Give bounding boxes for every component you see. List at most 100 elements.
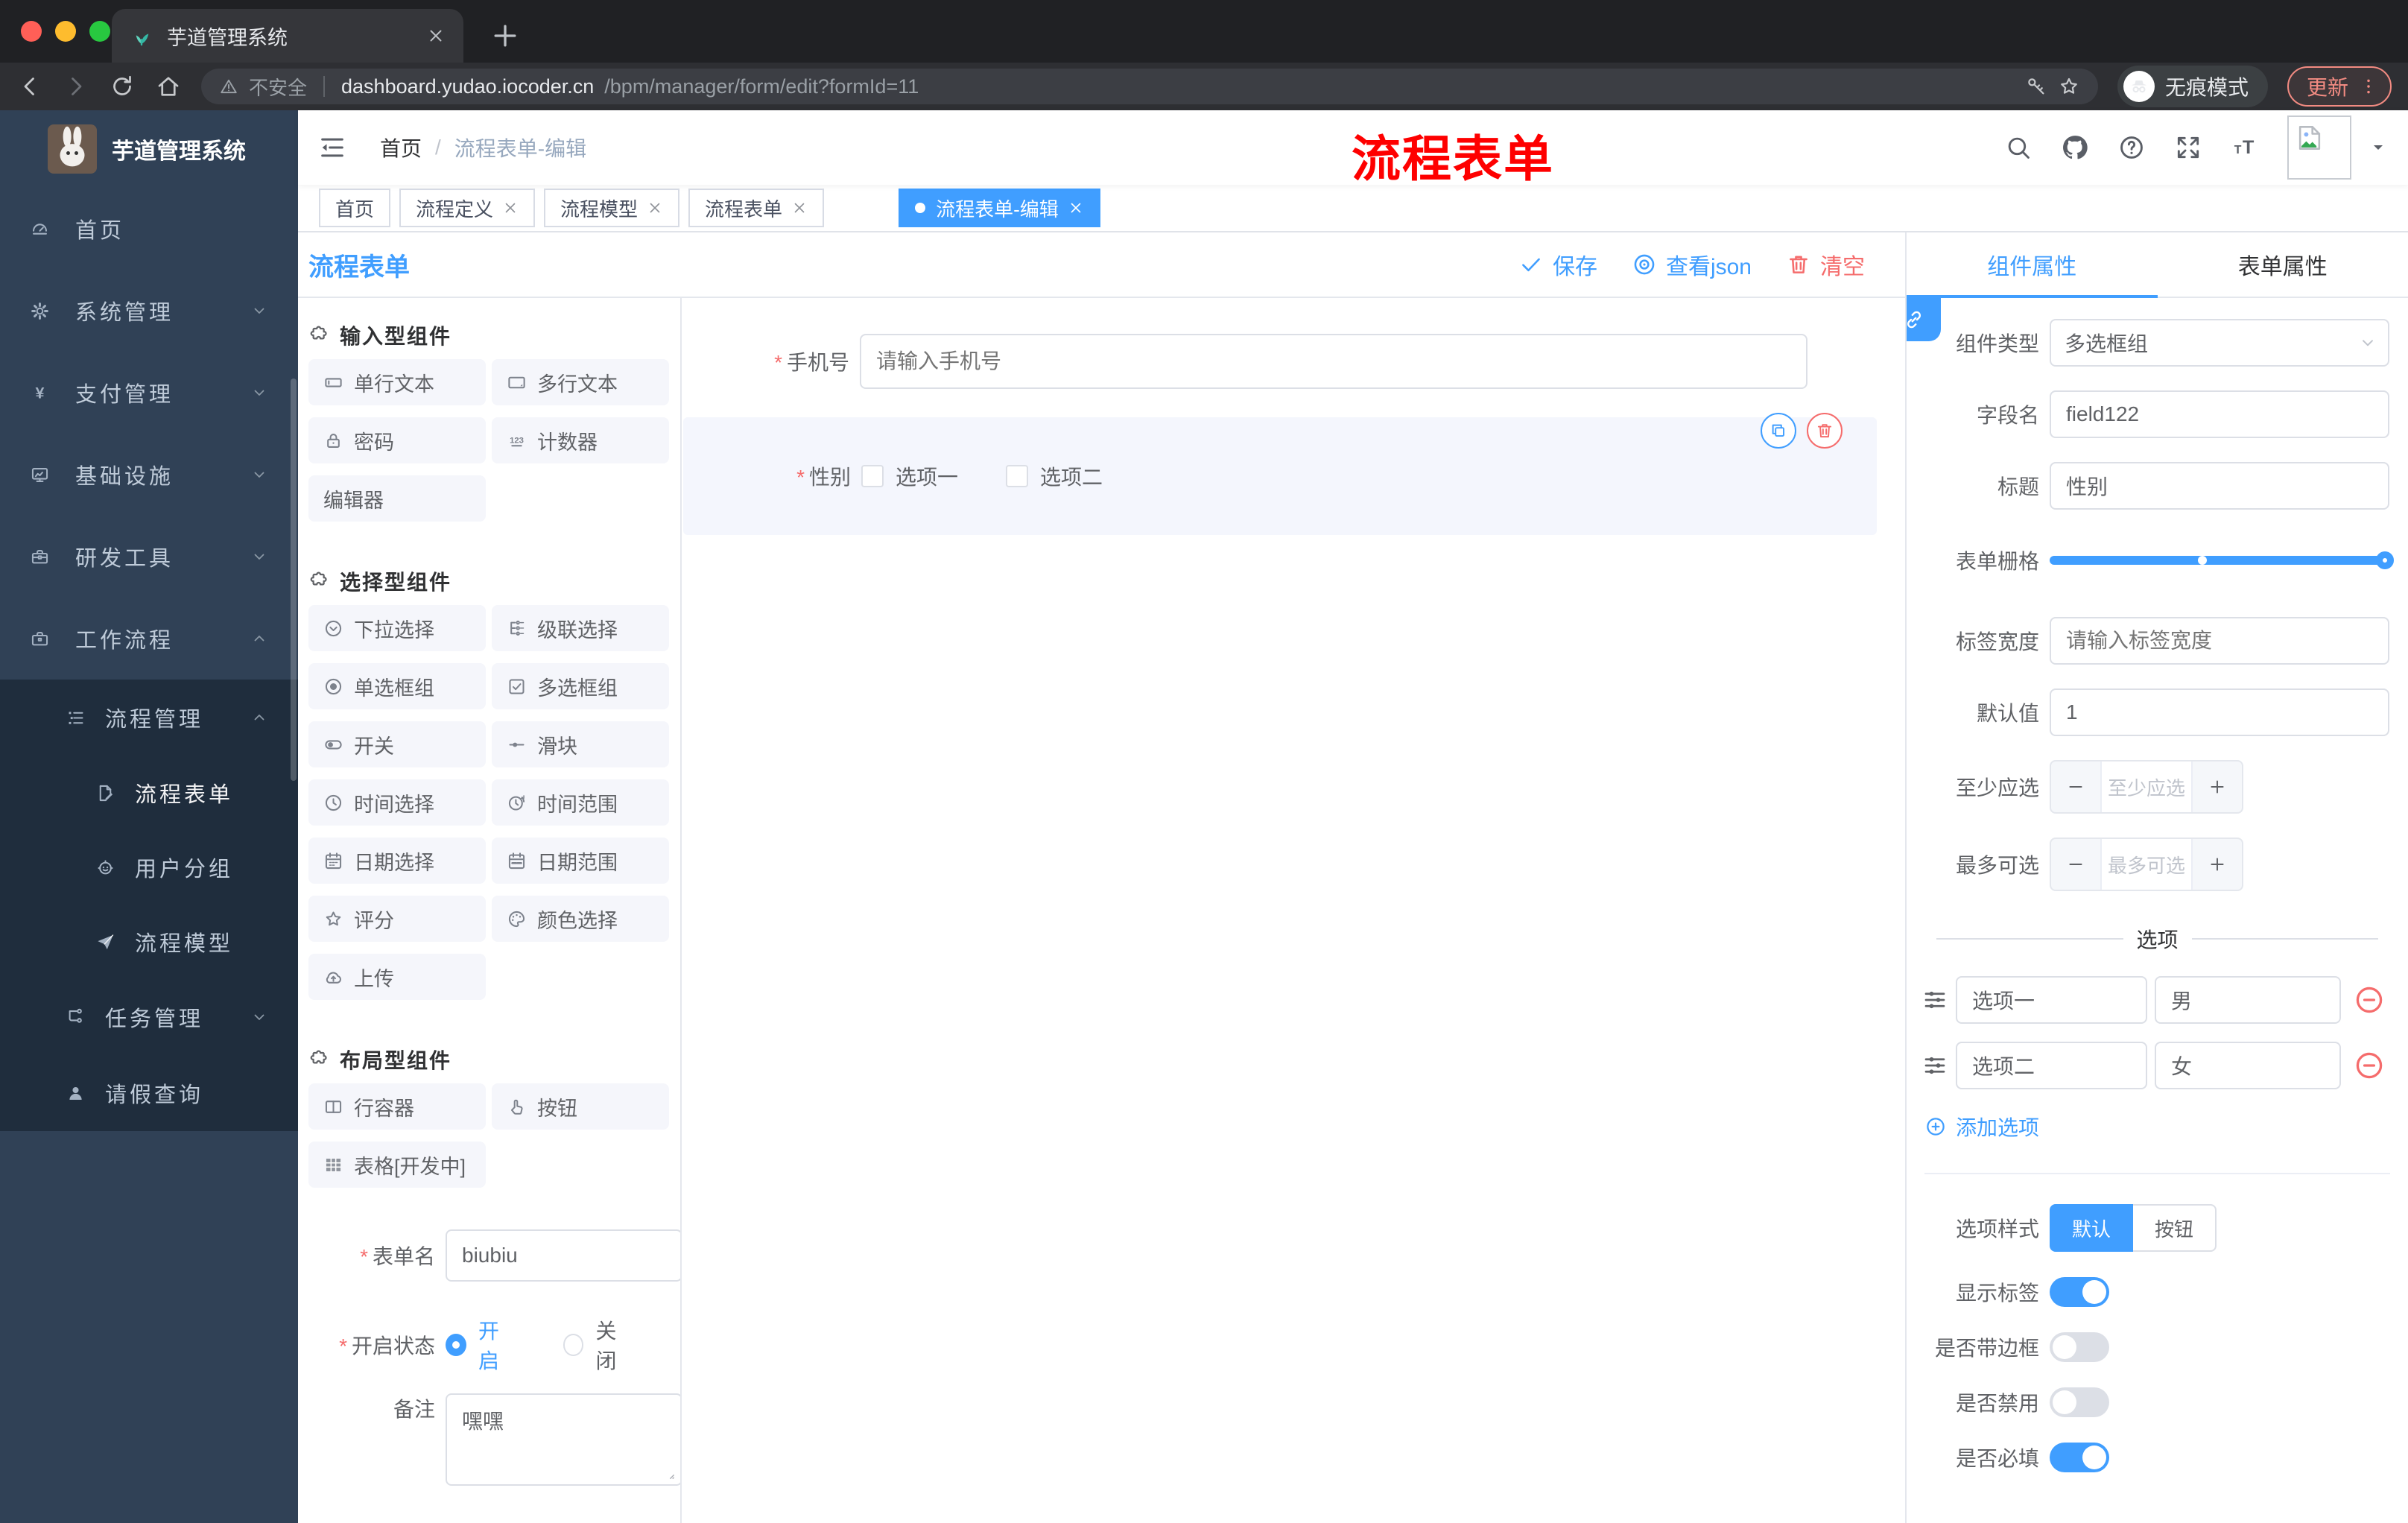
drag-handle-icon[interactable] [1921,1052,1948,1079]
palette-item-table[interactable]: 表格[开发中] [308,1142,486,1188]
gender-option-1-checkbox[interactable]: 选项一 [861,461,958,491]
palette-item-single-line-text[interactable]: 单行文本 [308,359,486,405]
palette-item-date-picker[interactable]: 日期选择 [308,838,486,884]
tag-home[interactable]: 首页 [319,189,391,227]
field-name-input[interactable] [2050,390,2389,438]
palette-item-editor[interactable]: 编辑器 [308,475,486,522]
sidebar-item-leave-query[interactable]: 请假查询 [0,1055,298,1131]
window-zoom-button[interactable] [89,21,110,42]
increase-button[interactable] [2193,839,2242,890]
decrease-button[interactable] [2051,762,2100,812]
checkbox-icon[interactable] [1006,465,1029,487]
palette-item-date-range[interactable]: 日期范围 [492,838,669,884]
sidebar-item-home[interactable]: 首页 [0,188,298,270]
palette-item-upload[interactable]: 上传 [308,954,486,1000]
password-key-icon[interactable] [2025,75,2047,98]
palette-item-row-container[interactable]: 行容器 [308,1083,486,1130]
search-icon[interactable] [2004,133,2032,162]
form-canvas[interactable]: 手机号 性别 选项一 选项二 [682,298,1905,1523]
required-toggle[interactable] [2050,1443,2109,1472]
palette-item-time-picker[interactable]: 时间选择 [308,779,486,826]
sidebar-item-task-mgmt[interactable]: 任务管理 [0,979,298,1055]
palette-item-multi-line-text[interactable]: 多行文本 [492,359,669,405]
avatar[interactable] [2287,115,2351,180]
add-option-button[interactable]: 添加选项 [1924,1112,2408,1142]
sidebar-item-user-group[interactable]: 用户分组 [0,830,298,905]
palette-item-button[interactable]: 按钮 [492,1083,669,1130]
link-badge[interactable] [1907,298,1941,341]
browser-menu-icon[interactable] [2359,77,2378,96]
slider-handle[interactable] [2376,551,2394,569]
status-on-radio[interactable]: 开启 [446,1315,517,1375]
with-border-toggle[interactable] [2050,1332,2109,1362]
label-width-input[interactable] [2050,617,2389,665]
palette-item-time-range[interactable]: 时间范围 [492,779,669,826]
style-button-button[interactable]: 按钮 [2133,1204,2217,1252]
decrease-button[interactable] [2051,839,2100,890]
remove-option-icon[interactable] [2353,1049,2386,1082]
title-input[interactable] [2050,462,2389,510]
component-type-select[interactable]: 多选框组 [2050,319,2389,367]
font-size-icon[interactable]: TT [2231,133,2259,162]
tag-process-form[interactable]: 流程表单 [688,189,825,227]
resize-grip-icon[interactable] [663,1468,677,1481]
show-label-toggle[interactable] [2050,1277,2109,1307]
address-bar[interactable]: 不安全 dashboard.yudao.iocoder.cn /bpm/mana… [201,69,2098,104]
sidebar-item-process-model[interactable]: 流程模型 [0,905,298,979]
palette-item-slider[interactable]: 滑块 [492,721,669,767]
tab-close-icon[interactable] [426,26,446,45]
sidebar-item-infrastructure[interactable]: 基础设施 [0,434,298,516]
sidebar-item-process-mgmt[interactable]: 流程管理 [0,680,298,756]
option-value-input[interactable] [2155,1042,2341,1089]
option-label-input[interactable] [1956,1042,2147,1089]
sidebar-item-payment-mgmt[interactable]: ¥ 支付管理 [0,352,298,434]
new-tab-button[interactable] [489,19,522,52]
tab-component-props[interactable]: 组件属性 [1907,232,2158,297]
breadcrumb-home[interactable]: 首页 [380,133,422,162]
palette-item-rate[interactable]: 评分 [308,896,486,942]
hamburger-icon[interactable] [317,133,347,162]
tag-process-form-edit[interactable]: 流程表单-编辑 [899,189,1100,227]
status-off-radio[interactable]: 关闭 [563,1315,635,1375]
palette-item-radio-group[interactable]: 单选框组 [308,663,486,709]
clear-button[interactable]: 清空 [1786,248,1865,281]
checkbox-icon[interactable] [861,465,884,487]
browser-tab[interactable]: 芋道管理系统 [112,9,463,63]
palette-item-counter[interactable]: 123 计数器 [492,417,669,463]
option-value-input[interactable] [2155,976,2341,1024]
window-close-button[interactable] [21,21,42,42]
phone-input[interactable] [860,334,1807,389]
not-secure-label[interactable]: 不安全 [249,73,307,101]
palette-item-color-picker[interactable]: 颜色选择 [492,896,669,942]
form-name-input[interactable] [446,1229,680,1282]
reload-button[interactable] [109,73,136,100]
tag-close-icon[interactable] [647,200,663,216]
github-icon[interactable] [2061,133,2089,162]
form-remark-textarea[interactable] [446,1393,680,1486]
remove-option-icon[interactable] [2353,984,2386,1016]
palette-item-password[interactable]: 密码 [308,417,486,463]
forward-button[interactable] [63,73,89,100]
tag-close-icon[interactable] [1068,200,1084,216]
copy-component-button[interactable] [1761,413,1796,449]
sidebar-scrollbar[interactable] [291,379,297,781]
view-json-button[interactable]: 查看json [1632,248,1752,281]
drag-handle-icon[interactable] [1921,987,1948,1013]
back-button[interactable] [16,73,43,100]
style-default-button[interactable]: 默认 [2050,1204,2133,1252]
tab-form-props[interactable]: 表单属性 [2158,232,2408,297]
gender-option-2-checkbox[interactable]: 选项二 [1006,461,1103,491]
phone-field-row[interactable]: 手机号 [682,334,1905,389]
tag-close-icon[interactable] [502,200,519,216]
palette-item-select[interactable]: 下拉选择 [308,605,486,651]
palette-item-checkbox-group[interactable]: 多选框组 [492,663,669,709]
sidebar-item-system-mgmt[interactable]: 系统管理 [0,270,298,352]
sidebar-item-workflow[interactable]: 工作流程 [0,598,298,680]
tag-close-icon[interactable] [791,200,808,216]
tag-process-definition[interactable]: 流程定义 [399,189,536,227]
disabled-toggle[interactable] [2050,1387,2109,1417]
tag-process-model[interactable]: 流程模型 [544,189,680,227]
save-button[interactable]: 保存 [1518,248,1597,281]
option-label-input[interactable] [1956,976,2147,1024]
gender-field-selected[interactable]: 性别 选项一 选项二 [683,413,1877,535]
